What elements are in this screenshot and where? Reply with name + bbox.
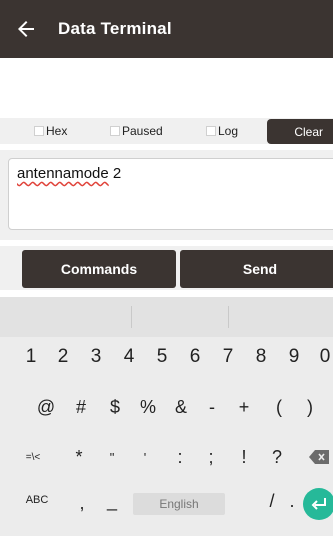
suggestion-bar [0,297,333,337]
soft-keyboard: 1 2 3 4 5 6 7 8 9 0 @ # $ % & - + ( ) =\… [0,297,333,536]
key-plus[interactable]: + [232,387,256,427]
key-4[interactable]: 4 [118,337,140,377]
key-colon[interactable]: : [168,437,192,477]
checkbox-box[interactable] [110,126,120,136]
key-hash[interactable]: # [69,387,93,427]
key-question[interactable]: ? [265,437,289,477]
key-period[interactable]: . [284,481,300,521]
hex-label: Hex [46,124,68,138]
checkbox-box[interactable] [206,126,216,136]
key-asterisk[interactable]: * [67,437,91,477]
terminal-options-bar: Hex Paused Log Clear [0,116,333,146]
enter-key[interactable] [303,488,333,520]
key-9[interactable]: 9 [283,337,305,377]
command-input-area: antennamode 2 [0,150,333,240]
key-7[interactable]: 7 [217,337,239,377]
key-dollar[interactable]: $ [103,387,127,427]
commands-button[interactable]: Commands [22,250,176,288]
key-at[interactable]: @ [34,387,58,427]
enter-icon [311,498,326,510]
clear-button[interactable]: Clear [267,119,333,144]
paused-label: Paused [122,124,163,138]
abc-key[interactable]: ABC [22,480,52,520]
symbol-row-2: =\< * " ' : ; ! ? [0,437,333,477]
key-exclamation[interactable]: ! [232,437,256,477]
key-open-paren[interactable]: ( [267,387,291,427]
back-arrow-icon[interactable] [14,17,38,41]
key-close-paren[interactable]: ) [298,387,322,427]
key-slash[interactable]: / [262,481,282,521]
log-label: Log [218,124,239,138]
key-ampersand[interactable]: & [169,387,193,427]
symbol-row-1: @ # $ % & - + ( ) [0,387,333,427]
key-3[interactable]: 3 [85,337,107,377]
key-double-quote[interactable]: " [100,437,124,477]
page-title: Data Terminal [58,19,172,38]
hex-checkbox[interactable]: Hex [34,124,67,138]
key-more-symbols[interactable]: =\< [18,437,48,477]
bottom-row: ABC , _ English / . [0,487,333,527]
misspelled-word: antennamode [17,165,109,182]
action-buttons: Commands Send [0,246,333,290]
app-bar: Data Terminal [0,0,333,58]
command-input[interactable]: antennamode 2 [8,158,333,230]
input-value-rest: 2 [108,165,122,182]
key-2[interactable]: 2 [52,337,74,377]
key-0[interactable]: 0 [314,337,333,377]
backspace-icon [309,450,329,464]
key-6[interactable]: 6 [184,337,206,377]
key-1[interactable]: 1 [20,337,42,377]
key-underscore[interactable]: _ [102,481,122,521]
key-semicolon[interactable]: ; [199,437,223,477]
checkbox-box[interactable] [34,126,44,136]
space-bar[interactable]: English [133,493,225,515]
send-button[interactable]: Send [180,250,333,288]
number-row: 1 2 3 4 5 6 7 8 9 0 [0,337,333,377]
key-single-quote[interactable]: ' [133,437,157,477]
key-comma[interactable]: , [72,483,92,523]
backspace-key[interactable] [305,437,333,477]
key-percent[interactable]: % [136,387,160,427]
log-checkbox[interactable]: Log [206,124,238,138]
key-5[interactable]: 5 [151,337,173,377]
key-8[interactable]: 8 [250,337,272,377]
key-minus[interactable]: - [200,387,224,427]
paused-checkbox[interactable]: Paused [110,124,163,138]
